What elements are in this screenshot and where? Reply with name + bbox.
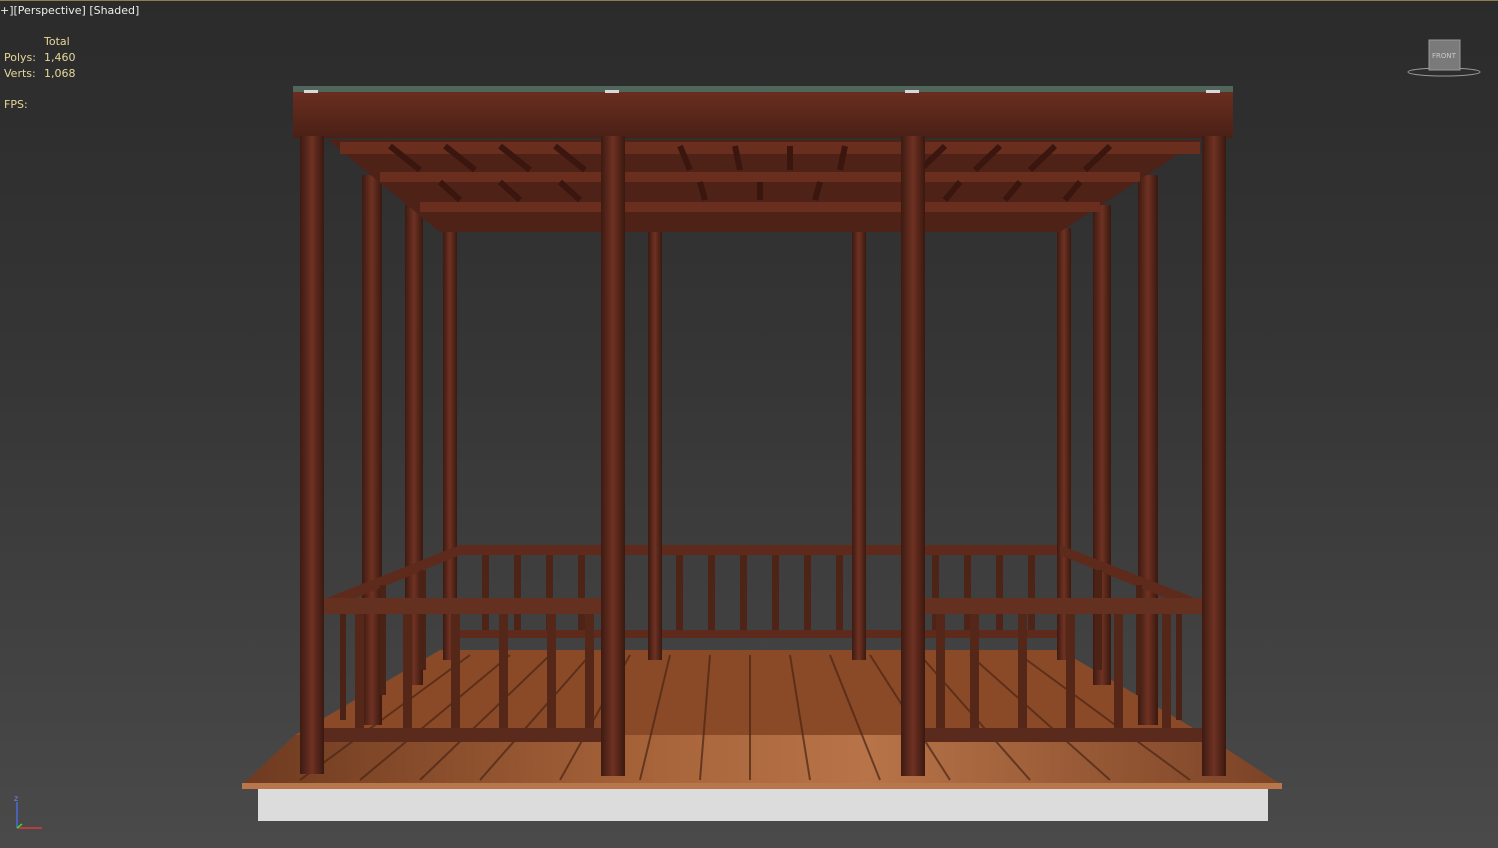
viewcube-face-label: FRONT: [1432, 52, 1457, 60]
back-posts: [362, 175, 1158, 725]
viewcube-icon[interactable]: FRONT: [1404, 38, 1484, 82]
roof-frame: [293, 86, 1233, 232]
axis-z-label: z: [14, 794, 18, 803]
viewport-scene[interactable]: [0, 0, 1498, 848]
deck-floor: [242, 650, 1282, 785]
deck-base: [258, 788, 1268, 821]
deck-edge: [242, 783, 1282, 789]
axis-tripod-icon: z: [8, 790, 58, 836]
